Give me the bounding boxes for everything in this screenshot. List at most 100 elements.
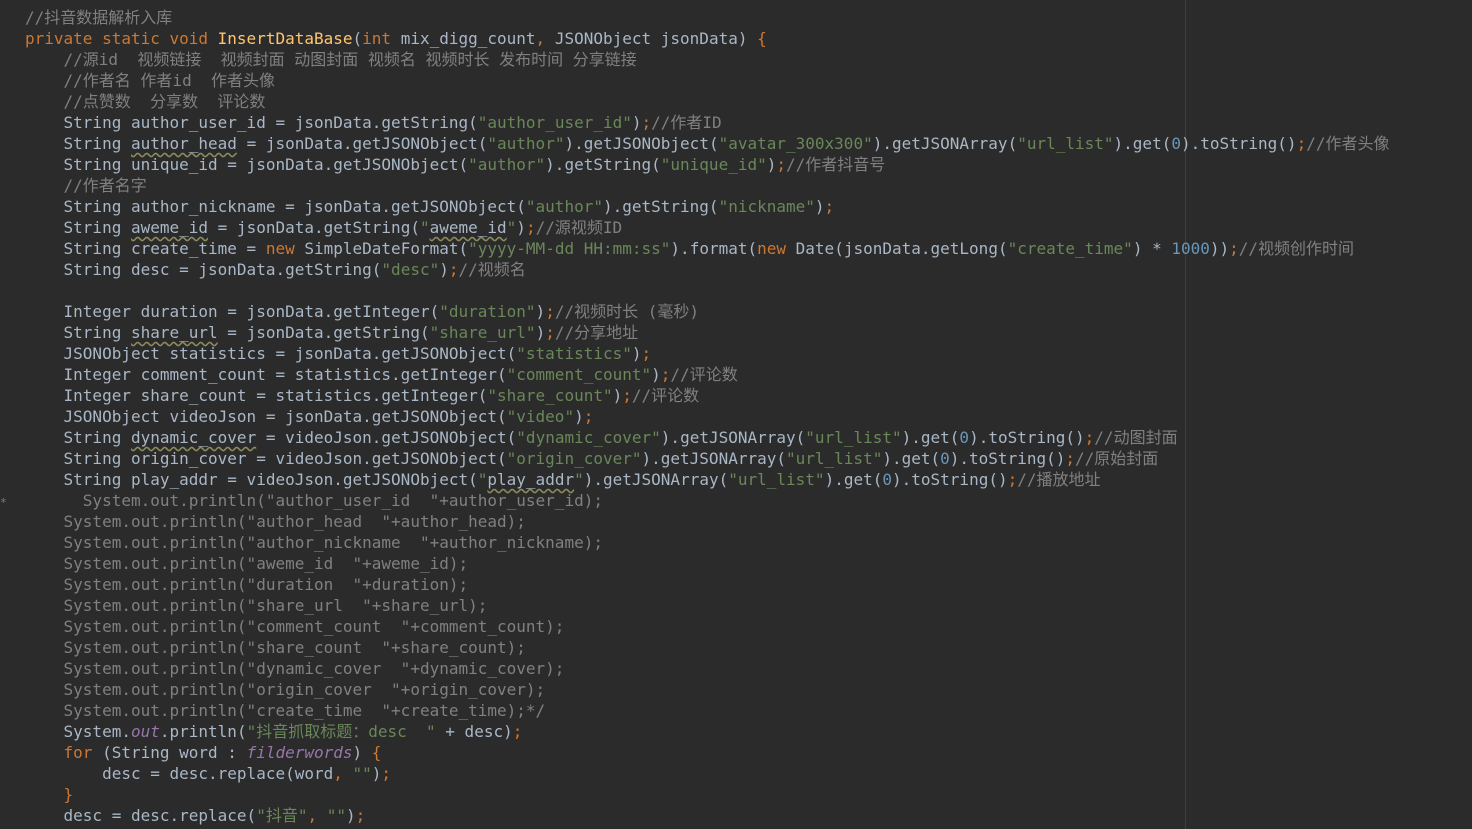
code-token: ; <box>512 722 523 741</box>
code-line[interactable]: desc = desc.replace("抖音", ""); <box>25 805 1389 826</box>
code-line[interactable]: Integer comment_count = statistics.getIn… <box>25 364 1389 385</box>
code-token: ).getJSONArray( <box>641 449 787 468</box>
code-token: //视频时长 (毫秒) <box>554 302 699 321</box>
code-token: aweme_id <box>130 218 209 237</box>
code-line[interactable]: String desc = jsonData.getString("desc")… <box>25 259 1389 280</box>
code-line[interactable]: JSONObject statistics = jsonData.getJSON… <box>25 343 1389 364</box>
code-token: "url_list" <box>786 449 883 468</box>
code-token: "avatar_300x300" <box>718 134 873 153</box>
code-line[interactable]: String origin_cover = videoJson.getJSONO… <box>25 448 1389 469</box>
code-token: //视频名 <box>458 260 526 279</box>
code-line[interactable]: for (String word : filderwords) { <box>25 742 1389 763</box>
code-token: )) <box>1209 239 1230 258</box>
code-token: 1000 <box>1171 239 1210 258</box>
code-token: "url_list" <box>805 428 902 447</box>
code-line[interactable]: desc = desc.replace(word, ""); <box>25 763 1389 784</box>
code-line[interactable]: System.out.println("author_head "+author… <box>25 511 1389 532</box>
code-token: " <box>477 470 488 489</box>
code-token: ) <box>612 386 623 405</box>
code-token: ; <box>660 365 671 384</box>
code-token: ) <box>631 344 642 363</box>
code-token: ; <box>622 386 632 405</box>
code-line[interactable]: String unique_id = jsonData.getJSONObjec… <box>25 154 1389 175</box>
code-token: out <box>130 722 160 741</box>
code-line[interactable]: String dynamic_cover = videoJson.getJSON… <box>25 427 1389 448</box>
code-token: ) <box>346 806 356 825</box>
code-token: //源视频ID <box>535 218 623 237</box>
code-line[interactable]: String author_nickname = jsonData.getJSO… <box>25 196 1389 217</box>
code-line[interactable]: String share_url = jsonData.getString("s… <box>25 322 1389 343</box>
code-line[interactable]: String author_user_id = jsonData.getStri… <box>25 112 1389 133</box>
code-area[interactable]: //抖音数据解析入库 private static void InsertData… <box>25 7 1389 826</box>
code-line[interactable]: System.out.println("comment_count "+comm… <box>25 616 1389 637</box>
code-token: ; <box>355 806 366 825</box>
code-token: new <box>757 239 796 258</box>
code-token: play_addr <box>487 470 575 489</box>
code-token: System.out.println("duration "+duration)… <box>25 575 469 594</box>
code-line[interactable]: System.out.println("origin_cover "+origi… <box>25 679 1389 700</box>
code-token: //作者头像 <box>1306 134 1390 153</box>
gutter-fold-marker[interactable]: * <box>0 497 7 508</box>
code-line[interactable]: private static void InsertDataBase(int m… <box>25 28 1389 49</box>
code-token: //视频创作时间 <box>1238 239 1355 258</box>
code-line[interactable]: System.out.println("抖音抓取标题：desc " + desc… <box>25 721 1389 742</box>
code-token: "author" <box>468 155 546 174</box>
code-token: //作者抖音号 <box>786 155 886 174</box>
code-token: //播放地址 <box>1017 470 1101 489</box>
code-line[interactable]: JSONObject videoJson = jsonData.getJSONO… <box>25 406 1389 427</box>
code-token: "duration" <box>439 302 536 321</box>
code-token: //评论数 <box>631 386 700 405</box>
code-token: ; <box>381 764 392 783</box>
code-line[interactable]: //点赞数 分享数 评论数 <box>25 91 1389 112</box>
code-token: ) <box>766 155 777 174</box>
code-token: desc = desc.replace(word <box>25 764 334 783</box>
code-token: Integer duration = jsonData.getInteger( <box>25 302 440 321</box>
code-line[interactable]: System.out.println("create_time "+create… <box>25 700 1389 721</box>
code-line[interactable]: String play_addr = videoJson.getJSONObje… <box>25 469 1389 490</box>
code-token: String <box>25 218 131 237</box>
code-line[interactable]: System.out.println("share_count "+share_… <box>25 637 1389 658</box>
code-line[interactable]: System.out.println("duration "+duration)… <box>25 574 1389 595</box>
code-token: ) <box>631 113 642 132</box>
code-line[interactable] <box>25 280 1389 301</box>
code-token: ).get( <box>1113 134 1172 153</box>
code-line[interactable]: String author_head = jsonData.getJSONObj… <box>25 133 1390 154</box>
code-line[interactable]: System.out.println("share_url "+share_ur… <box>25 595 1389 616</box>
code-line[interactable]: String create_time = new SimpleDateForma… <box>25 238 1389 259</box>
code-line[interactable]: Integer share_count = statistics.getInte… <box>25 385 1389 406</box>
code-line[interactable]: //作者名 作者id 作者头像 <box>25 70 1389 91</box>
code-line[interactable]: } <box>25 784 1389 805</box>
code-token: ; <box>525 218 536 237</box>
code-token: ).getString( <box>545 155 661 174</box>
code-token: ).get( <box>901 428 960 447</box>
code-token: ; <box>1229 239 1239 258</box>
code-token: "" <box>326 806 346 825</box>
code-token: , <box>535 29 555 48</box>
code-token: //作者ID <box>651 113 722 132</box>
code-line[interactable]: //作者名字 <box>25 175 1389 196</box>
code-token: new <box>265 239 305 258</box>
code-line[interactable]: System.out.println("dynamic_cover "+dyna… <box>25 658 1389 679</box>
code-line[interactable]: //源id 视频链接 视频封面 动图封面 视频名 视频时长 发布时间 分享链接 <box>25 49 1389 70</box>
code-line[interactable]: String aweme_id = jsonData.getString("aw… <box>25 217 1389 238</box>
code-line[interactable]: System.out.println("author_user_id "+aut… <box>25 490 1389 511</box>
code-token: ) <box>651 365 661 384</box>
code-token: ; <box>448 260 459 279</box>
code-token: { <box>371 743 382 762</box>
code-token: ).get( <box>824 470 883 489</box>
code-token: ).getJSONArray( <box>872 134 1018 153</box>
code-line[interactable]: Integer duration = jsonData.getInteger("… <box>25 301 1389 322</box>
code-token: InsertDataBase <box>217 29 353 48</box>
code-token: " <box>506 218 517 237</box>
code-token: //作者名字 <box>63 176 147 195</box>
code-token: //动图封面 <box>1094 428 1178 447</box>
code-token: ; <box>824 197 835 216</box>
code-line[interactable]: //抖音数据解析入库 <box>25 7 1389 28</box>
code-editor[interactable]: * //抖音数据解析入库 private static void InsertDa… <box>0 0 1472 829</box>
code-token: ; <box>1296 134 1307 153</box>
code-line[interactable]: System.out.println("aweme_id "+aweme_id)… <box>25 553 1389 574</box>
code-token: String origin_cover = videoJson.getJSONO… <box>25 449 507 468</box>
code-line[interactable]: System.out.println("author_nickname "+au… <box>25 532 1389 553</box>
